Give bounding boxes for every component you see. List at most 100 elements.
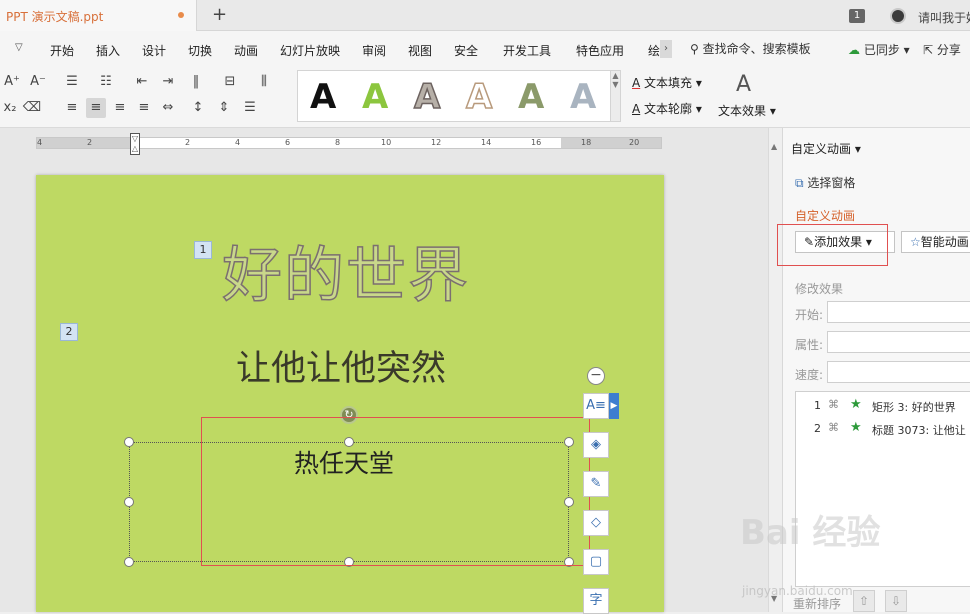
animation-tag[interactable]: 1	[194, 241, 212, 259]
list-item-number: 1	[814, 399, 821, 412]
ruler-tick: 20	[629, 138, 640, 147]
bullet-list-icon[interactable]: ☰	[62, 72, 82, 92]
document-tab[interactable]: PPT 演示文稿.ppt	[0, 0, 197, 31]
menu-draw[interactable]: 绘	[648, 42, 660, 59]
font-grow-button[interactable]: A⁺	[2, 72, 22, 92]
speed-select[interactable]	[827, 361, 970, 383]
numbered-list-icon[interactable]: ☷	[96, 72, 116, 92]
select-pane-button[interactable]: ⧉ 选择窗格	[795, 174, 855, 191]
command-search[interactable]: ⚲ 查找命令、搜索模板	[690, 40, 811, 57]
fill-icon[interactable]: ◇	[583, 510, 609, 536]
move-up-icon[interactable]: ⇧	[853, 590, 875, 612]
text-outline-icon: A	[632, 102, 641, 116]
align-right-icon[interactable]: ≡	[110, 98, 130, 118]
ruler-tick: 14	[481, 138, 492, 147]
collapse-toolbar-icon[interactable]: −	[587, 367, 605, 385]
justify-icon[interactable]: ≡	[134, 98, 154, 118]
menu-animation[interactable]: 动画	[234, 42, 258, 59]
window-count-badge[interactable]: 1	[849, 9, 865, 23]
property-select[interactable]	[827, 331, 970, 353]
mouse-click-icon: ⌘	[828, 398, 839, 411]
menu-security[interactable]: 安全	[454, 42, 478, 59]
align-text-icon[interactable]: ⊟	[220, 72, 240, 92]
indent-marker-icon[interactable]: ▽ △	[130, 133, 140, 155]
avatar[interactable]	[890, 8, 906, 24]
text-fill-label: 文本填充	[644, 76, 693, 90]
gallery-scroll[interactable]: ▲ ▼	[611, 70, 621, 122]
pane-header-label: 自定义动画	[791, 142, 852, 156]
sync-status-text: 已同步	[863, 43, 900, 57]
text-fill-button[interactable]: A 文本填充 ▾	[632, 74, 702, 91]
menu-features[interactable]: 特色应用	[576, 42, 624, 59]
list-item-label: 标题 3073: 让他让	[872, 424, 966, 437]
animation-tag[interactable]: 2	[60, 323, 78, 341]
eraser-icon[interactable]: ⌫	[22, 98, 42, 118]
text-style-olive[interactable]: A	[518, 77, 544, 117]
text-format-icon[interactable]: A≡	[583, 393, 609, 419]
menu-review[interactable]: 审阅	[362, 42, 386, 59]
menu-design[interactable]: 设计	[142, 42, 166, 59]
share-icon: ⇱	[923, 43, 934, 57]
increase-indent-icon[interactable]: ⇥	[158, 72, 178, 92]
ruler-margin-right	[561, 138, 661, 148]
pane-header[interactable]: 自定义动画 ▾	[791, 140, 861, 157]
text-direction-icon[interactable]: ‖	[186, 72, 206, 92]
spacing-options-icon[interactable]: ☰	[240, 98, 260, 118]
columns-icon[interactable]: ⫼	[254, 72, 274, 92]
watermark-logo: Bai 经验	[740, 513, 881, 553]
sync-status[interactable]: ☁ 已同步 ▾	[848, 41, 910, 58]
user-name[interactable]: 请叫我于好	[918, 9, 970, 26]
resize-handle[interactable]	[124, 557, 134, 567]
slide-title[interactable]: 好的世界	[221, 240, 470, 312]
text-style-gray-gradient[interactable]: A	[570, 77, 596, 117]
entrance-star-icon: ★	[850, 420, 862, 435]
text-effect-label: 文本效果	[718, 104, 767, 118]
text-effect-button[interactable]: 文本效果 ▾	[718, 102, 776, 119]
layers-icon[interactable]: ◈	[583, 432, 609, 458]
ruler-tick: 10	[381, 138, 392, 147]
entrance-star-icon: ★	[850, 397, 862, 412]
expand-arrow-icon[interactable]: ▶	[609, 393, 619, 419]
animation-heading: 自定义动画	[795, 209, 856, 223]
align-left-icon[interactable]: ≡	[62, 98, 82, 118]
resize-handle[interactable]	[124, 437, 134, 447]
text-style-gallery: A A A A A A	[297, 70, 611, 122]
menu-more-chevron-icon[interactable]: ›	[660, 40, 672, 58]
start-select[interactable]	[827, 301, 970, 323]
menu-bar: ▽ 开始 插入 设计 切换 动画 幻灯片放映 审阅 视图 安全 开发工具 特色应…	[0, 31, 970, 66]
move-down-icon[interactable]: ⇩	[885, 590, 907, 612]
menu-transition[interactable]: 切换	[188, 42, 212, 59]
resize-handle[interactable]	[124, 497, 134, 507]
animation-list[interactable]: 1 ⌘ ★ 矩形 3: 好的世界 2 ⌘ ★ 标题 3073: 让他让	[795, 391, 970, 587]
smart-animation-button[interactable]: ☆智能动画	[901, 231, 970, 253]
decrease-indent-icon[interactable]: ⇤	[132, 72, 152, 92]
menu-view[interactable]: 视图	[408, 42, 432, 59]
chevron-down-icon[interactable]: ▽	[15, 42, 23, 53]
cloud-sync-icon: ☁	[848, 43, 860, 57]
text-style-outline-tan[interactable]: A	[465, 76, 493, 118]
menu-start[interactable]: 开始	[50, 42, 74, 59]
scroll-up-icon[interactable]: ▲	[771, 142, 777, 151]
line-spacing-icon[interactable]: ↕	[188, 98, 208, 118]
subscript-icon[interactable]: x₂	[0, 98, 20, 118]
text-style-outline-gray[interactable]: A	[413, 76, 441, 118]
paragraph-spacing-icon[interactable]: ⇕	[214, 98, 234, 118]
pen-icon[interactable]: ✎	[583, 471, 609, 497]
character-button[interactable]: 字	[583, 588, 609, 614]
text-effect-icon[interactable]: A	[736, 72, 751, 97]
distribute-icon[interactable]: ⇔	[158, 98, 178, 118]
menu-slideshow[interactable]: 幻灯片放映	[280, 42, 340, 59]
text-outline-button[interactable]: A 文本轮廓 ▾	[632, 100, 702, 117]
align-center-icon[interactable]: ≡	[86, 98, 106, 118]
text-style-black[interactable]: A	[310, 77, 336, 117]
menu-developer[interactable]: 开发工具	[503, 42, 551, 59]
slide-subtitle[interactable]: 让他让他突然	[236, 349, 446, 389]
menu-insert[interactable]: 插入	[96, 42, 120, 59]
new-tab-plus-icon[interactable]: +	[212, 5, 227, 25]
list-item[interactable]: 1 ⌘ ★ 矩形 3: 好的世界	[796, 395, 970, 417]
list-item[interactable]: 2 ⌘ ★ 标题 3073: 让他让	[796, 418, 970, 440]
shape-outline-icon[interactable]: ▢	[583, 549, 609, 575]
font-shrink-button[interactable]: A⁻	[28, 72, 48, 92]
share-button[interactable]: ⇱ 分享	[923, 41, 961, 58]
text-style-green[interactable]: A	[362, 77, 388, 117]
